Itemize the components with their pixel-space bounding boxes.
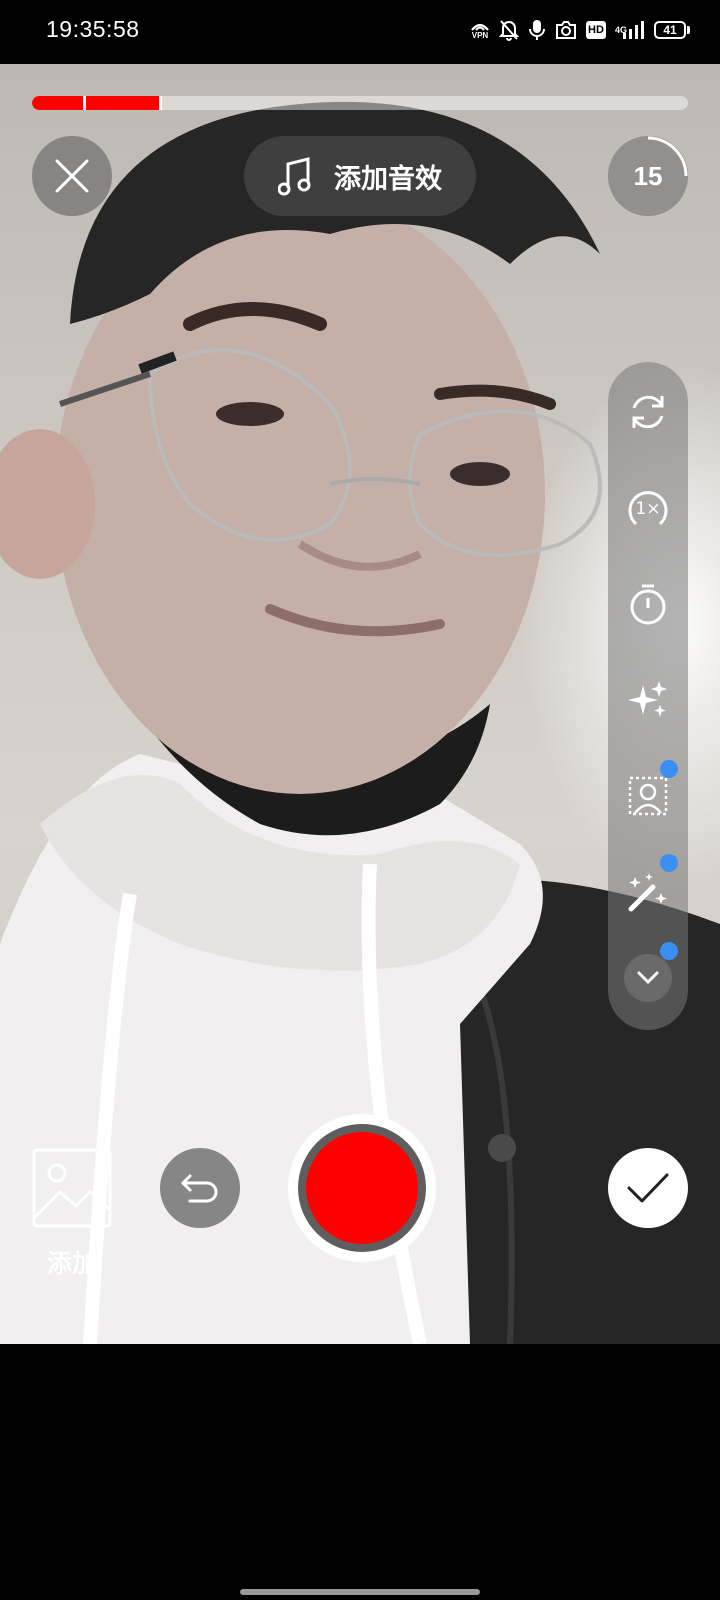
portrait-effect-button[interactable] bbox=[608, 756, 688, 836]
battery-level: 41 bbox=[654, 21, 686, 39]
add-sound-effect-label: 添加音效 bbox=[334, 163, 442, 195]
close-button[interactable] bbox=[32, 136, 112, 216]
add-from-gallery-label: 添加 bbox=[46, 1249, 97, 1278]
timer-button[interactable] bbox=[608, 564, 688, 644]
more-tools-button[interactable] bbox=[608, 938, 688, 1018]
svg-text:1×: 1× bbox=[635, 499, 660, 519]
mute-bell-icon bbox=[498, 19, 519, 41]
signal-icon: 4G bbox=[615, 20, 645, 40]
timer-icon bbox=[630, 584, 666, 625]
camera-icon bbox=[555, 20, 577, 40]
recording-progress-bar bbox=[32, 96, 688, 110]
flip-camera-icon bbox=[632, 395, 664, 429]
status-time: 19:35:58 bbox=[46, 16, 140, 42]
magic-effects-button[interactable] bbox=[608, 852, 688, 932]
close-icon bbox=[55, 159, 89, 193]
status-bar: 19:35:58 VPN HD 4G 41 bbox=[0, 0, 720, 64]
magic-wand-icon bbox=[628, 873, 667, 912]
portrait-effect-icon bbox=[628, 776, 668, 816]
recording-duration-button[interactable]: 15 bbox=[608, 136, 688, 216]
camera-viewfinder[interactable]: 添加音效 15 1× 添加 bbox=[0, 64, 720, 1344]
confirm-button[interactable] bbox=[608, 1148, 688, 1228]
new-indicator-dot bbox=[660, 760, 678, 778]
duration-label: 15 bbox=[633, 160, 663, 191]
beauty-button[interactable] bbox=[608, 660, 688, 740]
record-indicator bbox=[306, 1132, 418, 1244]
camera-side-toolbar: 1× bbox=[608, 362, 688, 1030]
microphone-icon bbox=[528, 19, 546, 41]
gallery-icon bbox=[32, 1148, 112, 1228]
vpn-label: VPN bbox=[471, 31, 489, 40]
home-indicator[interactable] bbox=[240, 1589, 480, 1595]
network-type-label: 4G bbox=[614, 25, 627, 35]
record-button[interactable] bbox=[288, 1114, 436, 1262]
add-sound-effect-button[interactable]: 添加音效 bbox=[244, 136, 476, 216]
undo-icon bbox=[181, 1174, 218, 1203]
flip-camera-button[interactable] bbox=[608, 372, 688, 452]
music-note-icon bbox=[278, 157, 311, 196]
chevron-down-icon bbox=[637, 971, 659, 985]
add-from-gallery-button[interactable] bbox=[32, 1148, 112, 1228]
vpn-icon: VPN bbox=[470, 20, 490, 40]
progress-segment-marker bbox=[158, 96, 162, 110]
beauty-sparkle-icon bbox=[628, 681, 667, 717]
recording-progress-fill bbox=[32, 96, 160, 110]
undo-segment-button[interactable] bbox=[160, 1148, 240, 1228]
hd-icon: HD bbox=[585, 21, 606, 39]
battery-icon: 41 bbox=[654, 21, 690, 39]
speed-button[interactable]: 1× bbox=[608, 468, 688, 548]
new-indicator-dot bbox=[660, 854, 678, 872]
checkmark-icon bbox=[627, 1173, 669, 1203]
progress-segment-marker bbox=[83, 96, 87, 110]
speed-1x-icon: 1× bbox=[628, 491, 668, 526]
new-indicator-dot bbox=[660, 942, 678, 960]
status-icons: VPN HD 4G 41 bbox=[470, 19, 690, 41]
